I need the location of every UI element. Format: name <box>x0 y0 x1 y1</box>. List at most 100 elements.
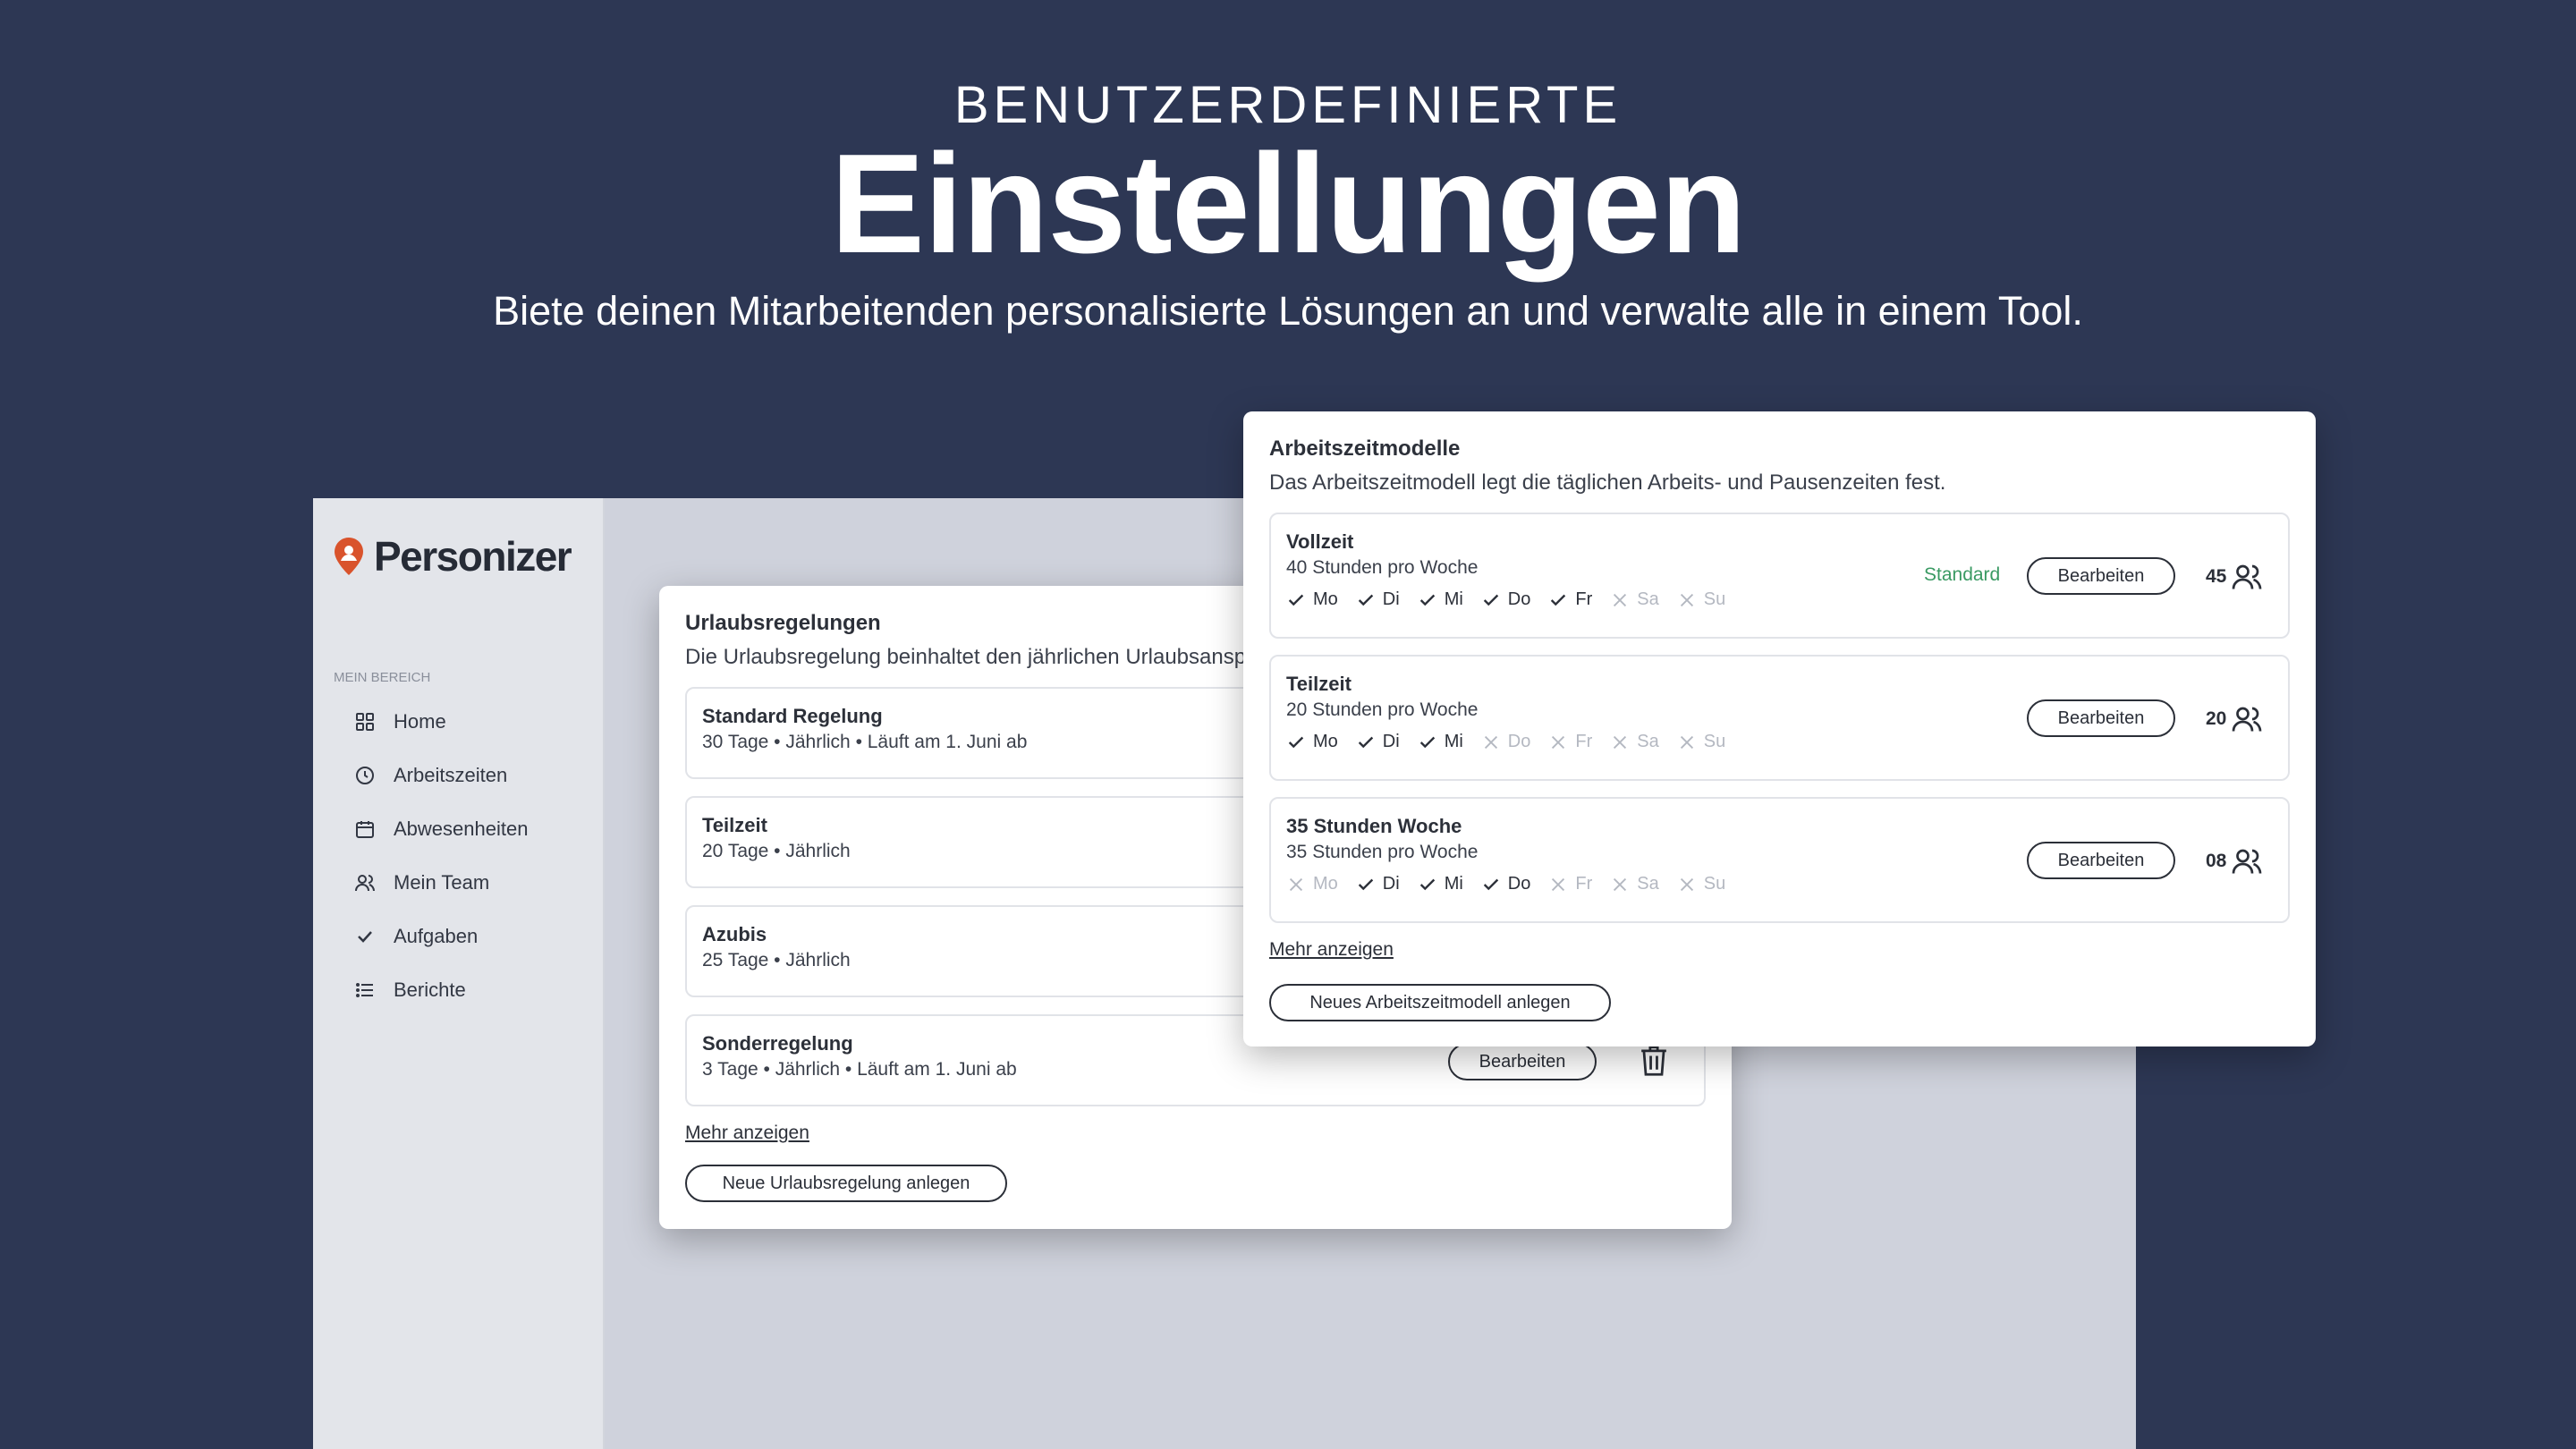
trash-icon[interactable] <box>1639 1045 1669 1077</box>
clock-icon <box>356 767 374 784</box>
weekday-label: Di <box>1382 874 1400 894</box>
weekdays: Mo Di Mi Do Fr Sa Su <box>1286 732 1743 752</box>
cross-icon <box>1680 735 1693 749</box>
row-meta: 3 Tage • Jährlich • Läuft am 1. Juni ab <box>702 1059 1017 1080</box>
weekday-su: Su <box>1677 732 1725 752</box>
weekday-sa: Sa <box>1610 874 1659 894</box>
calendar-icon <box>356 821 374 838</box>
weekday-mo: Mo <box>1286 732 1338 752</box>
row-name: Teilzeit <box>702 814 767 836</box>
cross-icon <box>1680 593 1693 606</box>
cross-icon <box>1614 735 1627 749</box>
row-meta: 30 Tage • Jährlich • Läuft am 1. Juni ab <box>702 732 1028 752</box>
weekday-label: Mo <box>1313 874 1338 894</box>
check-icon <box>1419 878 1435 890</box>
weekday-label: Fr <box>1575 589 1593 609</box>
row-name: Standard Regelung <box>702 705 883 727</box>
check-icon <box>1419 736 1435 748</box>
users-icon <box>2233 849 2262 874</box>
row-name: Azubis <box>702 923 767 945</box>
users-icon <box>2233 707 2262 732</box>
check-icon <box>1483 878 1498 890</box>
weekday-su: Su <box>1677 589 1725 610</box>
standard-badge: Standard <box>1924 564 2001 585</box>
row-meta: 35 Stunden pro Woche <box>1286 842 1479 862</box>
sidebar-item-label: Abwesenheiten <box>394 818 529 840</box>
sidebar-item-mein-team[interactable]: Mein Team <box>354 856 528 910</box>
row-name: Teilzeit <box>1286 673 1352 695</box>
new-model-button[interactable]: Neues Arbeitszeitmodell anlegen <box>1269 984 1611 1021</box>
sidebar-item-home[interactable]: Home <box>354 695 528 749</box>
weekday-label: Mi <box>1444 589 1463 609</box>
check-icon <box>1551 594 1566 606</box>
weekday-label: Do <box>1507 732 1531 751</box>
weekday-label: Fr <box>1575 874 1593 894</box>
sidebar-item-label: Mein Team <box>394 871 490 894</box>
vacation-description: Die Urlaubsregelung beinhaltet den jährl… <box>685 645 1267 669</box>
sidebar-item-arbeitszeiten[interactable]: Arbeitszeiten <box>354 749 528 802</box>
row-name: Sonderregelung <box>702 1032 853 1055</box>
model-row-35-stunden[interactable]: 35 Stunden Woche 35 Stunden pro Woche Mo… <box>1269 797 2290 923</box>
cross-icon <box>1552 877 1565 891</box>
row-meta: 20 Stunden pro Woche <box>1286 699 1479 720</box>
weekday-label: Su <box>1703 874 1726 894</box>
edit-button[interactable]: Bearbeiten <box>1448 1043 1597 1080</box>
sidebar-item-label: Aufgaben <box>394 925 479 947</box>
weekday-mi: Mi <box>1418 874 1463 894</box>
employee-count: 45 <box>2206 561 2264 593</box>
weekday-fr: Fr <box>1548 589 1592 610</box>
edit-button[interactable]: Bearbeiten <box>2027 699 2175 737</box>
weekday-fr: Fr <box>1548 732 1592 752</box>
weekday-sa: Sa <box>1610 589 1659 610</box>
cross-icon <box>1289 877 1303 891</box>
weekday-su: Su <box>1677 874 1725 894</box>
cross-icon <box>1614 593 1627 606</box>
count-value: 08 <box>2206 851 2227 871</box>
users-icon <box>355 875 375 892</box>
vacation-title: Urlaubsregelungen <box>685 611 881 635</box>
weekday-label: Su <box>1703 732 1726 751</box>
weekday-label: Sa <box>1637 589 1659 609</box>
weekday-mi: Mi <box>1418 732 1463 752</box>
sidebar-item-berichte[interactable]: Berichte <box>354 963 528 1017</box>
weekday-label: Sa <box>1637 732 1659 751</box>
vacation-more-link[interactable]: Mehr anzeigen <box>685 1123 809 1144</box>
weekday-label: Mo <box>1313 589 1338 609</box>
weekday-label: Su <box>1703 589 1726 609</box>
hero-title: Einstellungen <box>830 125 1747 283</box>
models-more-link[interactable]: Mehr anzeigen <box>1269 939 1394 961</box>
weekday-mi: Mi <box>1418 589 1463 610</box>
weekday-di: Di <box>1356 874 1400 894</box>
weekday-label: Mi <box>1444 874 1463 894</box>
cross-icon <box>1484 735 1497 749</box>
weekday-do: Do <box>1481 874 1530 894</box>
section-label: MEIN BEREICH <box>334 670 431 685</box>
row-meta: 40 Stunden pro Woche <box>1286 557 1479 578</box>
location-pin-icon <box>335 538 363 575</box>
sidebar-item-label: Berichte <box>394 979 466 1001</box>
cross-icon <box>1614 877 1627 891</box>
new-vacation-button[interactable]: Neue Urlaubsregelung anlegen <box>685 1165 1007 1202</box>
row-meta: 25 Tage • Jährlich <box>702 950 851 970</box>
weekday-di: Di <box>1356 589 1400 610</box>
edit-button[interactable]: Bearbeiten <box>2027 842 2175 879</box>
check-icon <box>1358 736 1373 748</box>
edit-button[interactable]: Bearbeiten <box>2027 557 2175 595</box>
weekday-do: Do <box>1481 732 1531 752</box>
logo[interactable]: Personizer <box>333 532 572 580</box>
sidebar-item-abwesenheiten[interactable]: Abwesenheiten <box>354 802 528 856</box>
count-value: 20 <box>2206 708 2227 729</box>
model-row-teilzeit[interactable]: Teilzeit 20 Stunden pro Woche Mo Di Mi Do Fr… <box>1269 655 2290 781</box>
models-title: Arbeitszeitmodelle <box>1269 436 1461 461</box>
row-meta: 20 Tage • Jährlich <box>702 841 851 861</box>
weekdays: Mo Di Mi Do Fr Sa Su <box>1286 589 1743 610</box>
row-name: Vollzeit <box>1286 530 1354 553</box>
sidebar-item-aufgaben[interactable]: Aufgaben <box>354 910 528 963</box>
hero-subtitle: Biete deinen Mitarbeitenden personalisie… <box>493 288 2083 334</box>
model-row-vollzeit[interactable]: Vollzeit 40 Stunden pro Woche Mo Di Mi Do Fr… <box>1269 513 2290 639</box>
cross-icon <box>1552 735 1565 749</box>
weekday-label: Di <box>1382 589 1400 609</box>
weekday-label: Fr <box>1575 732 1593 751</box>
models-description: Das Arbeitszeitmodell legt die täglichen… <box>1269 470 1946 495</box>
weekday-label: Mi <box>1444 732 1463 751</box>
